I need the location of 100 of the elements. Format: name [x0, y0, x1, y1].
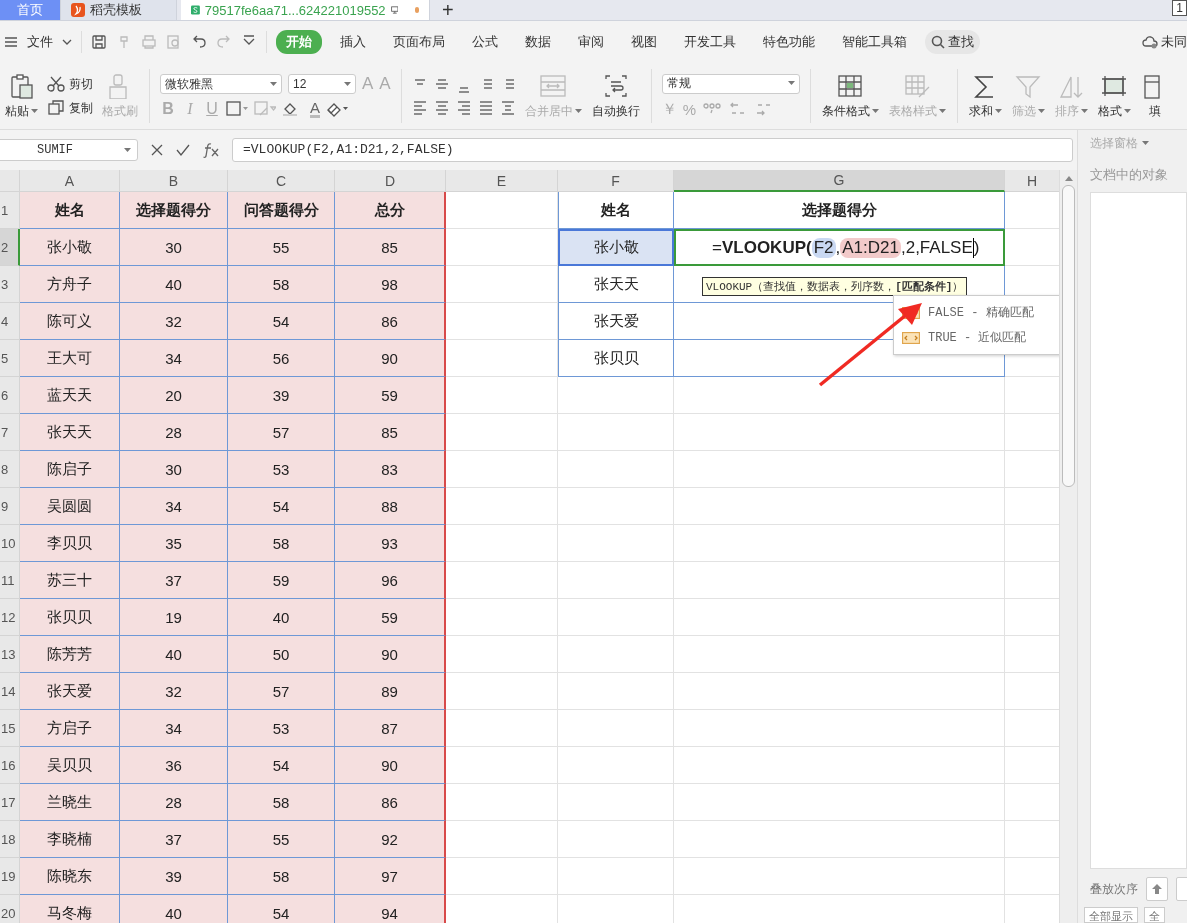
row-header[interactable]: 13: [0, 636, 20, 673]
table-cell: 34: [120, 710, 228, 747]
ribbon-tab[interactable]: 智能工具箱: [833, 30, 916, 54]
row-header[interactable]: 7: [0, 414, 20, 451]
row-header[interactable]: 2: [0, 229, 20, 266]
table-cell: 96: [335, 562, 446, 599]
font-name-field[interactable]: 微软雅黑: [160, 74, 282, 94]
column-header[interactable]: D: [335, 170, 446, 192]
align-left-icon[interactable]: [411, 99, 428, 115]
panel-button[interactable]: 全部显示: [1084, 907, 1138, 923]
formula-text: ,2,FALSE: [900, 237, 973, 258]
row-header[interactable]: 5: [0, 340, 20, 377]
row-header[interactable]: 1: [0, 192, 20, 229]
column-header[interactable]: E: [446, 170, 558, 192]
align-right-icon[interactable]: [455, 99, 472, 115]
row-header[interactable]: 19: [0, 858, 20, 895]
scroll-thumb[interactable]: [1062, 185, 1075, 487]
panel-button[interactable]: 全: [1144, 907, 1165, 923]
ribbon-tab[interactable]: 开发工具: [675, 30, 745, 54]
borders-icon[interactable]: [226, 101, 248, 117]
align-center-icon[interactable]: [433, 99, 450, 115]
ribbon-tab[interactable]: 插入: [331, 30, 375, 54]
cell-editor[interactable]: =VLOOKUP(F2,A1:D21,2,FALSE): [674, 229, 1005, 266]
formula-field[interactable]: =VLOOKUP(F2,A1:D21,2,FALSE): [232, 138, 1073, 162]
table-cell: 34: [120, 488, 228, 525]
function-icon[interactable]: [202, 142, 220, 158]
row-header[interactable]: 10: [0, 525, 20, 562]
column-header[interactable]: A: [20, 170, 120, 192]
save-icon[interactable]: [91, 34, 107, 50]
table-cell: 39: [120, 858, 228, 895]
ribbon-tab[interactable]: 数据: [516, 30, 560, 54]
column-header[interactable]: G: [674, 170, 1005, 192]
row-header[interactable]: 14: [0, 673, 20, 710]
font-color-button[interactable]: A: [310, 100, 320, 118]
undo-icon[interactable]: [191, 34, 207, 50]
column-header[interactable]: F: [558, 170, 674, 192]
row-header[interactable]: 9: [0, 488, 20, 525]
ribbon-button[interactable]: 格式: [1092, 63, 1136, 129]
ribbon-button[interactable]: 求和: [963, 63, 1007, 129]
table-cell: 59: [228, 562, 335, 599]
table-cell: 19: [120, 599, 228, 636]
ribbon-tab[interactable]: 公式: [463, 30, 507, 54]
ribbon-tab[interactable]: 审阅: [569, 30, 613, 54]
ribbon-button[interactable]: 剪切: [47, 75, 93, 93]
document-tab[interactable]: 稻壳模板: [61, 0, 177, 20]
cancel-icon[interactable]: [150, 143, 164, 157]
row-header[interactable]: 16: [0, 747, 20, 784]
table-cell: 40: [120, 266, 228, 303]
column-header[interactable]: B: [120, 170, 228, 192]
table-cell: 28: [120, 414, 228, 451]
sync-button[interactable]: 未同: [1142, 33, 1187, 51]
ribbon-button[interactable]: 复制: [47, 99, 93, 117]
row-header[interactable]: 17: [0, 784, 20, 821]
ribbon-tab[interactable]: 特色功能: [754, 30, 824, 54]
formula-text: =: [712, 237, 722, 258]
cell-style-icon[interactable]: [254, 101, 276, 117]
row-header[interactable]: 20: [0, 895, 20, 923]
number-format-field[interactable]: 常规: [661, 73, 800, 94]
row-header[interactable]: 11: [0, 562, 20, 599]
ribbon-button[interactable]: 填: [1135, 63, 1174, 129]
table-cell: 58: [228, 858, 335, 895]
new-tab-button[interactable]: +: [430, 0, 466, 20]
print-icon[interactable]: [141, 34, 157, 50]
row-header[interactable]: 12: [0, 599, 20, 636]
flame-icon: [71, 3, 85, 17]
ribbon-tab[interactable]: 页面布局: [384, 30, 454, 54]
row-header[interactable]: 15: [0, 710, 20, 747]
column-header[interactable]: H: [1005, 170, 1059, 192]
column-header[interactable]: C: [228, 170, 335, 192]
ribbon-button[interactable]: 自动换行: [586, 63, 645, 129]
row-header[interactable]: 6: [0, 377, 20, 414]
scroll-up-icon[interactable]: [1064, 176, 1073, 181]
order-label: 叠放次序: [1090, 880, 1138, 898]
row-header[interactable]: 3: [0, 266, 20, 303]
distribute-icon[interactable]: [499, 99, 516, 115]
ribbon-tab[interactable]: 视图: [622, 30, 666, 54]
justify-icon[interactable]: [477, 99, 494, 115]
table-cell: 32: [120, 303, 228, 340]
table-cell: 92: [335, 821, 446, 858]
row-header[interactable]: 4: [0, 303, 20, 340]
table-cell: 吴圆圆: [20, 488, 120, 525]
menu-icon[interactable]: [4, 36, 18, 48]
row-header[interactable]: 8: [0, 451, 20, 488]
font-size-field[interactable]: 12: [288, 74, 356, 94]
chevron-down-icon[interactable]: [62, 38, 72, 46]
confirm-icon[interactable]: [176, 143, 190, 157]
print-preview-icon[interactable]: [166, 34, 182, 50]
document-tab[interactable]: 79517fe6aa71...624221019552: [181, 0, 430, 20]
file-menu[interactable]: 文件: [27, 33, 53, 51]
suggestion-item[interactable]: TRUE - 近似匹配: [894, 325, 1059, 350]
eraser-icon[interactable]: [326, 101, 348, 117]
row-header[interactable]: 18: [0, 821, 20, 858]
table-cell: 53: [228, 451, 335, 488]
search-button[interactable]: 查找: [925, 30, 980, 54]
ribbon-button[interactable]: 粘贴: [0, 63, 43, 129]
table-cell: 蓝天天: [20, 377, 120, 414]
ribbon-button[interactable]: 条件格式: [816, 63, 884, 129]
name-box[interactable]: SUMIF: [0, 139, 138, 161]
move-up-button[interactable]: [1146, 877, 1168, 901]
redo-icon[interactable]: [216, 34, 232, 50]
